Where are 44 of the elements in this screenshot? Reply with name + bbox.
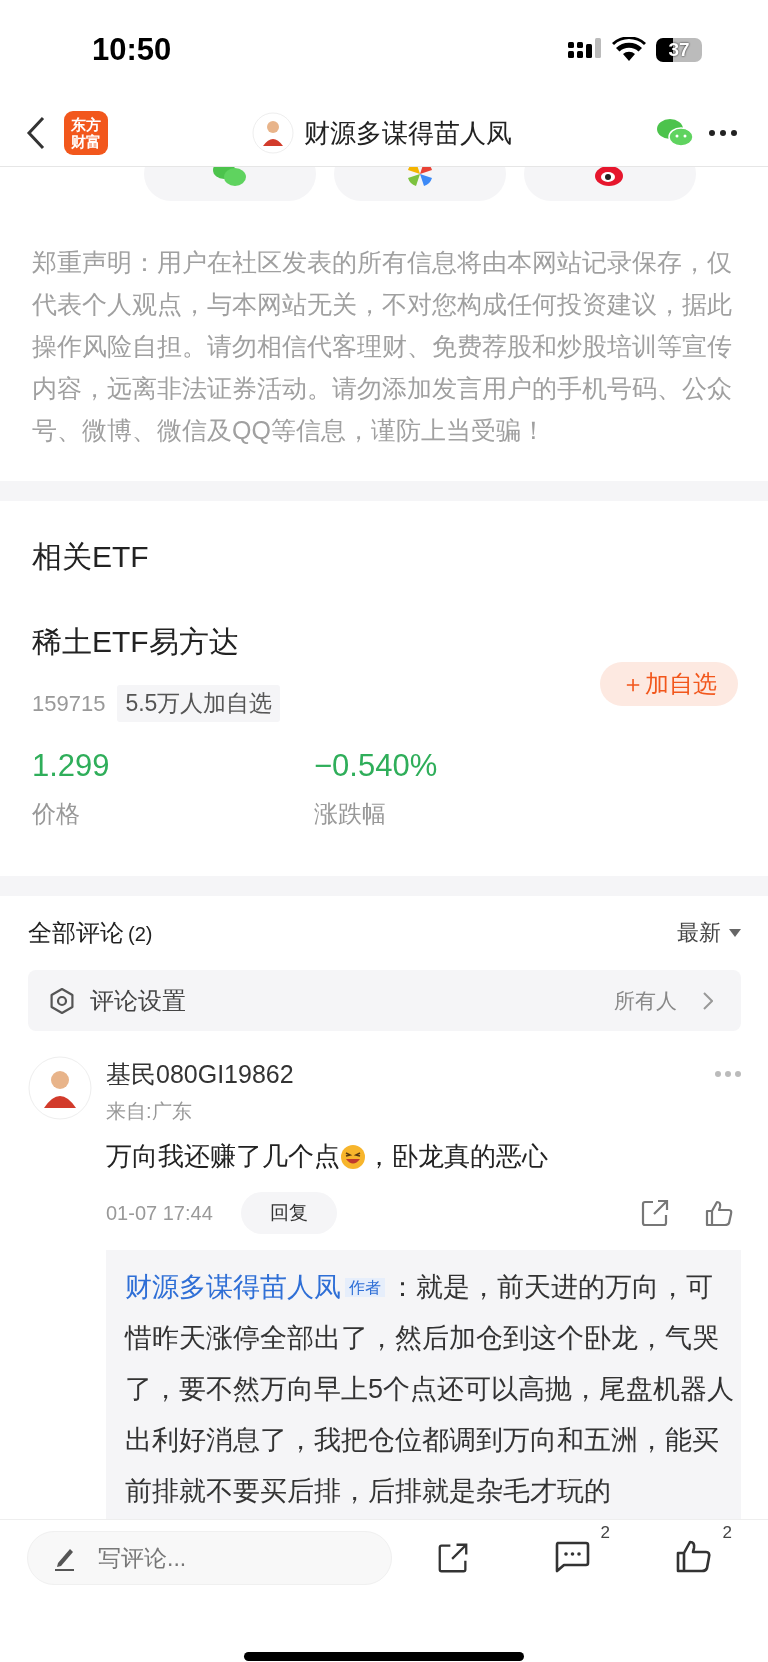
sort-button[interactable]: 最新 [677,918,741,948]
comment-input[interactable]: 写评论... [27,1531,392,1585]
location-text: 来自:广东 [106,1099,193,1124]
comment-count: 2 [600,1523,610,1543]
comment-icon[interactable] [554,1539,590,1573]
laughing-face-icon [340,1143,366,1170]
thumbs-up-icon[interactable] [676,1539,712,1573]
more-icon[interactable] [708,129,738,137]
thumbs-up-icon[interactable] [705,1199,733,1227]
fund-name: 稀土ETF易方达 [32,624,240,660]
section-heading: 相关ETF [32,539,150,575]
stat-value: −0.540% [314,748,439,784]
reply-text: 财源多谋得苗人凤 $^{作者}$ ：就是，前天进的万向，可惜昨天涨停全部出了，然后加仓到这个卧龙，气哭了，要不然万向早上5个点还可以高抛，尾盘机器人出利好消息了，我把仓位都调到万向和五洲，能买前排就不要买后排，后排就是杂毛才玩的 [125,1271,735,1508]
settings-label: 评论设置 [90,985,187,1016]
disclaimer-text: 郑重声明：用户在社区发表的所有信息将由本网站记录保存，仅代表个人观点，与本网站无关，不对您构成任何投资建议，据此操作风险自担。请勿相信代客理财、免费荐股和炒股培训等宣传内容，远离非法证券活动。请勿添加发言用户的手机号码、公众号、微博、微信及QQ等信息，谨防上当受骗！ [31,247,733,446]
avatar-icon [252,112,294,154]
username[interactable]: 基民080GI19862 [106,1057,294,1091]
chevron-right-icon [703,991,713,1010]
like-count: 2 [722,1523,732,1543]
author-link[interactable]: 财源多谋得苗人凤 [125,1272,341,1302]
comments-title: 全部评论 (2) [28,918,153,948]
caret-icon [729,929,741,937]
comment-time: 01-07 17:44 [106,1201,213,1225]
stat-label: 价格 [32,799,81,829]
status-time: 10:50 [92,32,172,68]
followers-tag: 5.5万人加自选 [117,685,281,722]
comment-settings-row[interactable]: 评论设置 所有人 [28,970,741,1031]
comment-text: 万向我还赚了几个点 [106,1140,340,1173]
stat-value: 1.299 [32,748,111,784]
avatar-icon [28,1056,92,1120]
author-badge: 作者 [345,1278,385,1297]
comment-text: ，卧龙真的恶心 [366,1140,548,1173]
nav-title: 财源多谋得苗人凤 [304,116,512,150]
pinwheel-icon [406,167,434,188]
back-icon[interactable] [26,116,46,150]
fund-code: 159715 [32,690,106,717]
reply-button[interactable]: 回复 [240,1192,337,1234]
app-logo: 东方 财富 [64,111,108,155]
wifi-icon [612,37,646,63]
chat-bubbles-icon [212,167,248,188]
share-icon[interactable] [438,1541,468,1575]
stat-label: 涨跌幅 [314,799,387,829]
settings-value: 所有人 [614,987,677,1014]
settings-icon [48,986,76,1015]
